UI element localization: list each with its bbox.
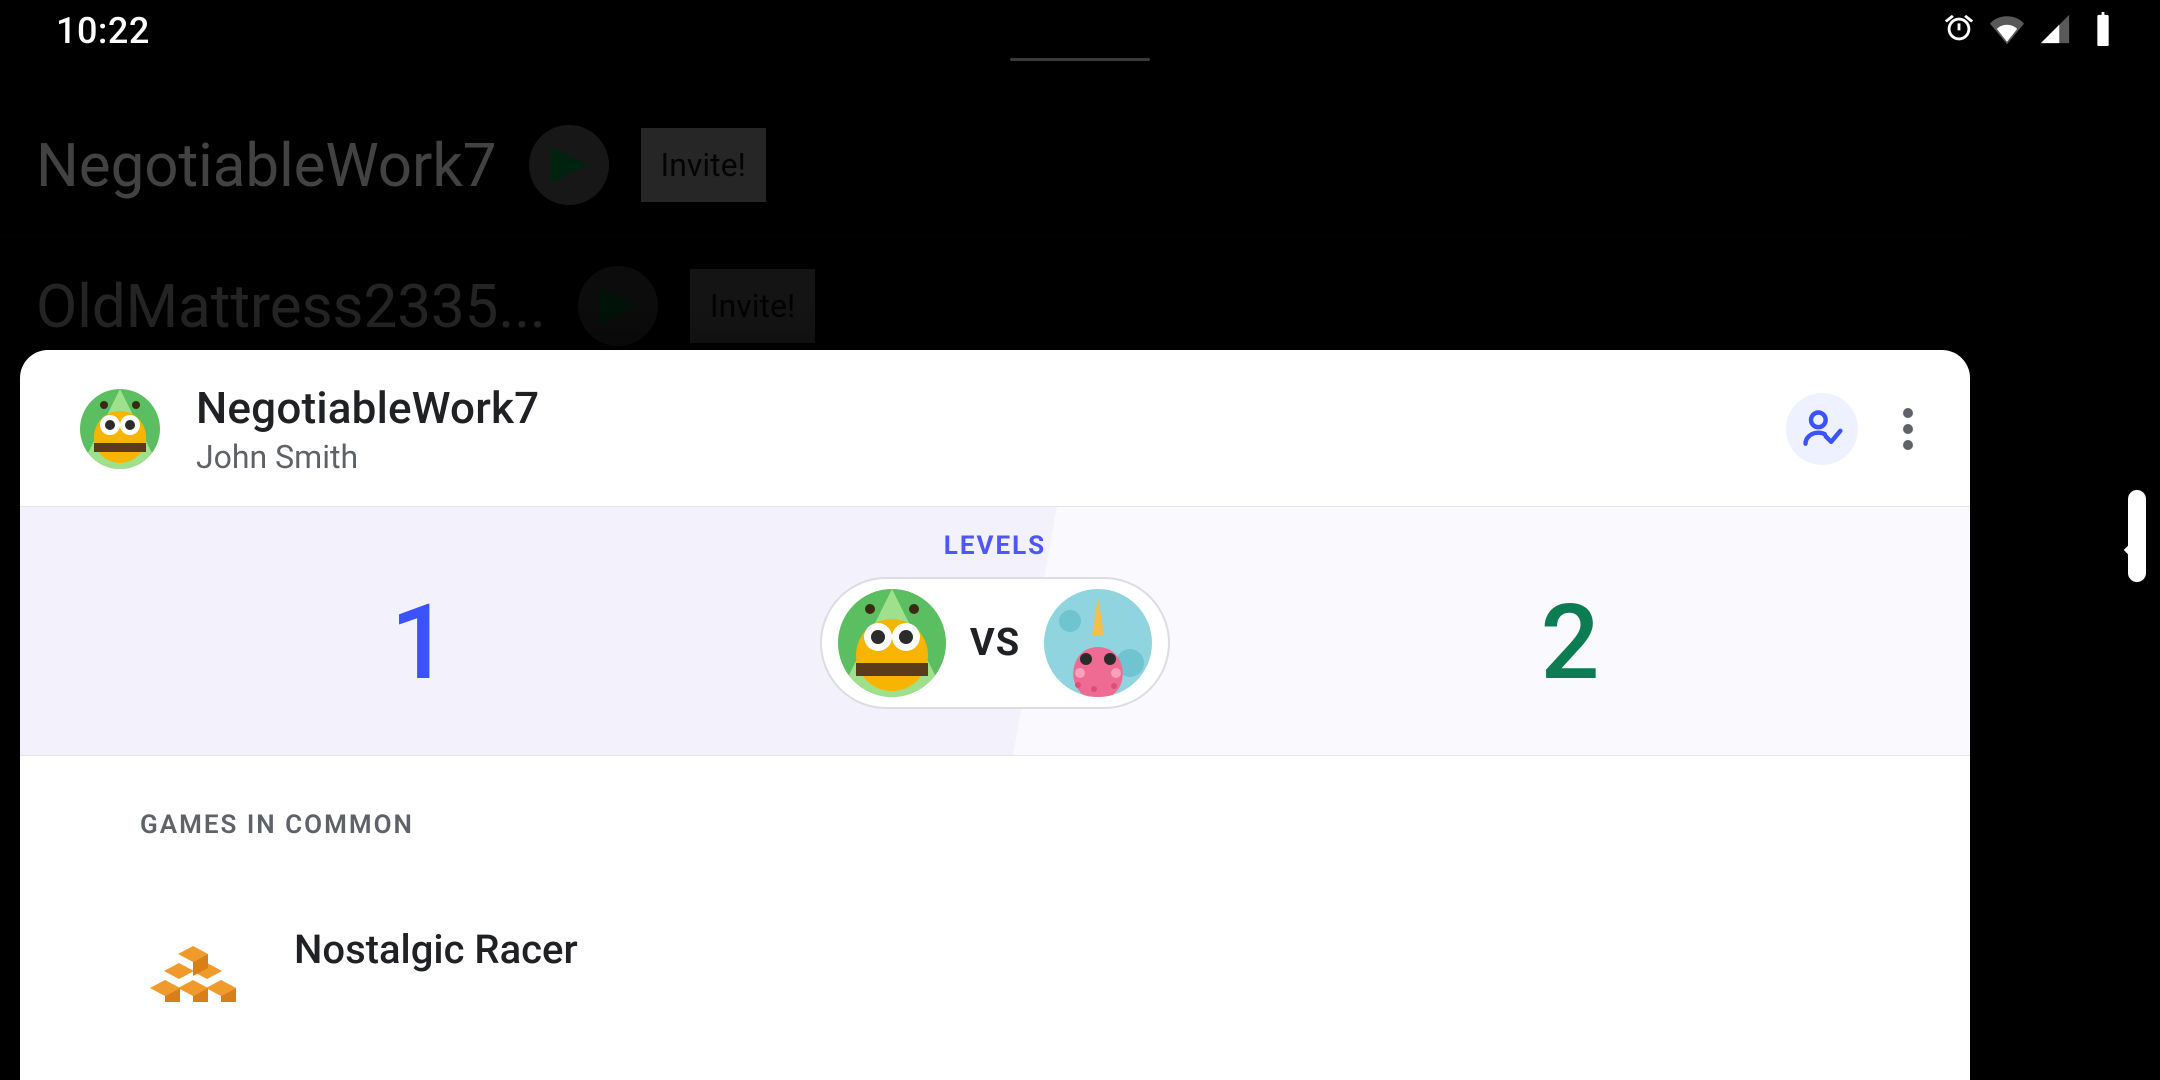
sheet-header: NegotiableWork7 John Smith xyxy=(20,350,1970,507)
game-title: Nostalgic Racer xyxy=(294,926,578,973)
background-player-name: NegotiableWork7 xyxy=(36,130,497,201)
back-button[interactable] xyxy=(2100,520,2160,580)
games-in-common-section: GAMES IN COMMON xyxy=(20,756,1970,1002)
player-profile-sheet: NegotiableWork7 John Smith LEVELS 1 xyxy=(20,350,1970,1080)
status-time: 10:22 xyxy=(56,10,150,52)
game-app-icon xyxy=(140,896,246,1002)
play-games-icon[interactable] xyxy=(529,125,609,205)
status-bar: 10:22 xyxy=(0,0,2160,62)
notch-indicator xyxy=(1010,58,1150,61)
levels-heading: LEVELS xyxy=(20,531,1970,561)
battery-icon xyxy=(2086,12,2120,50)
cell-signal-icon xyxy=(2038,12,2072,50)
my-avatar-narwhal-icon xyxy=(1044,589,1152,697)
background-player-name: OldMattress2335... xyxy=(36,271,546,342)
their-avatar-bee-icon xyxy=(838,589,946,697)
invite-button[interactable]: Invite! xyxy=(641,128,766,202)
their-level-value: 1 xyxy=(20,583,820,704)
wifi-icon xyxy=(1990,12,2024,50)
my-level-value: 2 xyxy=(1170,583,1970,704)
status-icons xyxy=(1942,12,2120,50)
vs-label: VS xyxy=(970,621,1020,665)
play-games-icon[interactable] xyxy=(578,266,658,346)
player-avatar-bee-icon[interactable] xyxy=(80,389,160,469)
games-in-common-heading: GAMES IN COMMON xyxy=(140,810,1850,840)
sheet-header-text: NegotiableWork7 John Smith xyxy=(196,382,1786,476)
vs-pill: VS xyxy=(820,577,1170,709)
player-username: NegotiableWork7 xyxy=(196,382,1786,434)
alarm-icon xyxy=(1942,12,1976,50)
levels-comparison: LEVELS 1 xyxy=(20,507,1970,756)
background-player-list: NegotiableWork7 Invite! OldMattress2335.… xyxy=(0,95,1970,377)
player-realname: John Smith xyxy=(196,438,1786,476)
invite-button[interactable]: Invite! xyxy=(690,269,815,343)
friend-status-button[interactable] xyxy=(1786,393,1858,465)
background-player-row[interactable]: NegotiableWork7 Invite! xyxy=(0,95,1970,236)
overflow-menu-button[interactable] xyxy=(1882,408,1934,450)
game-row[interactable]: Nostalgic Racer xyxy=(140,896,1850,1002)
